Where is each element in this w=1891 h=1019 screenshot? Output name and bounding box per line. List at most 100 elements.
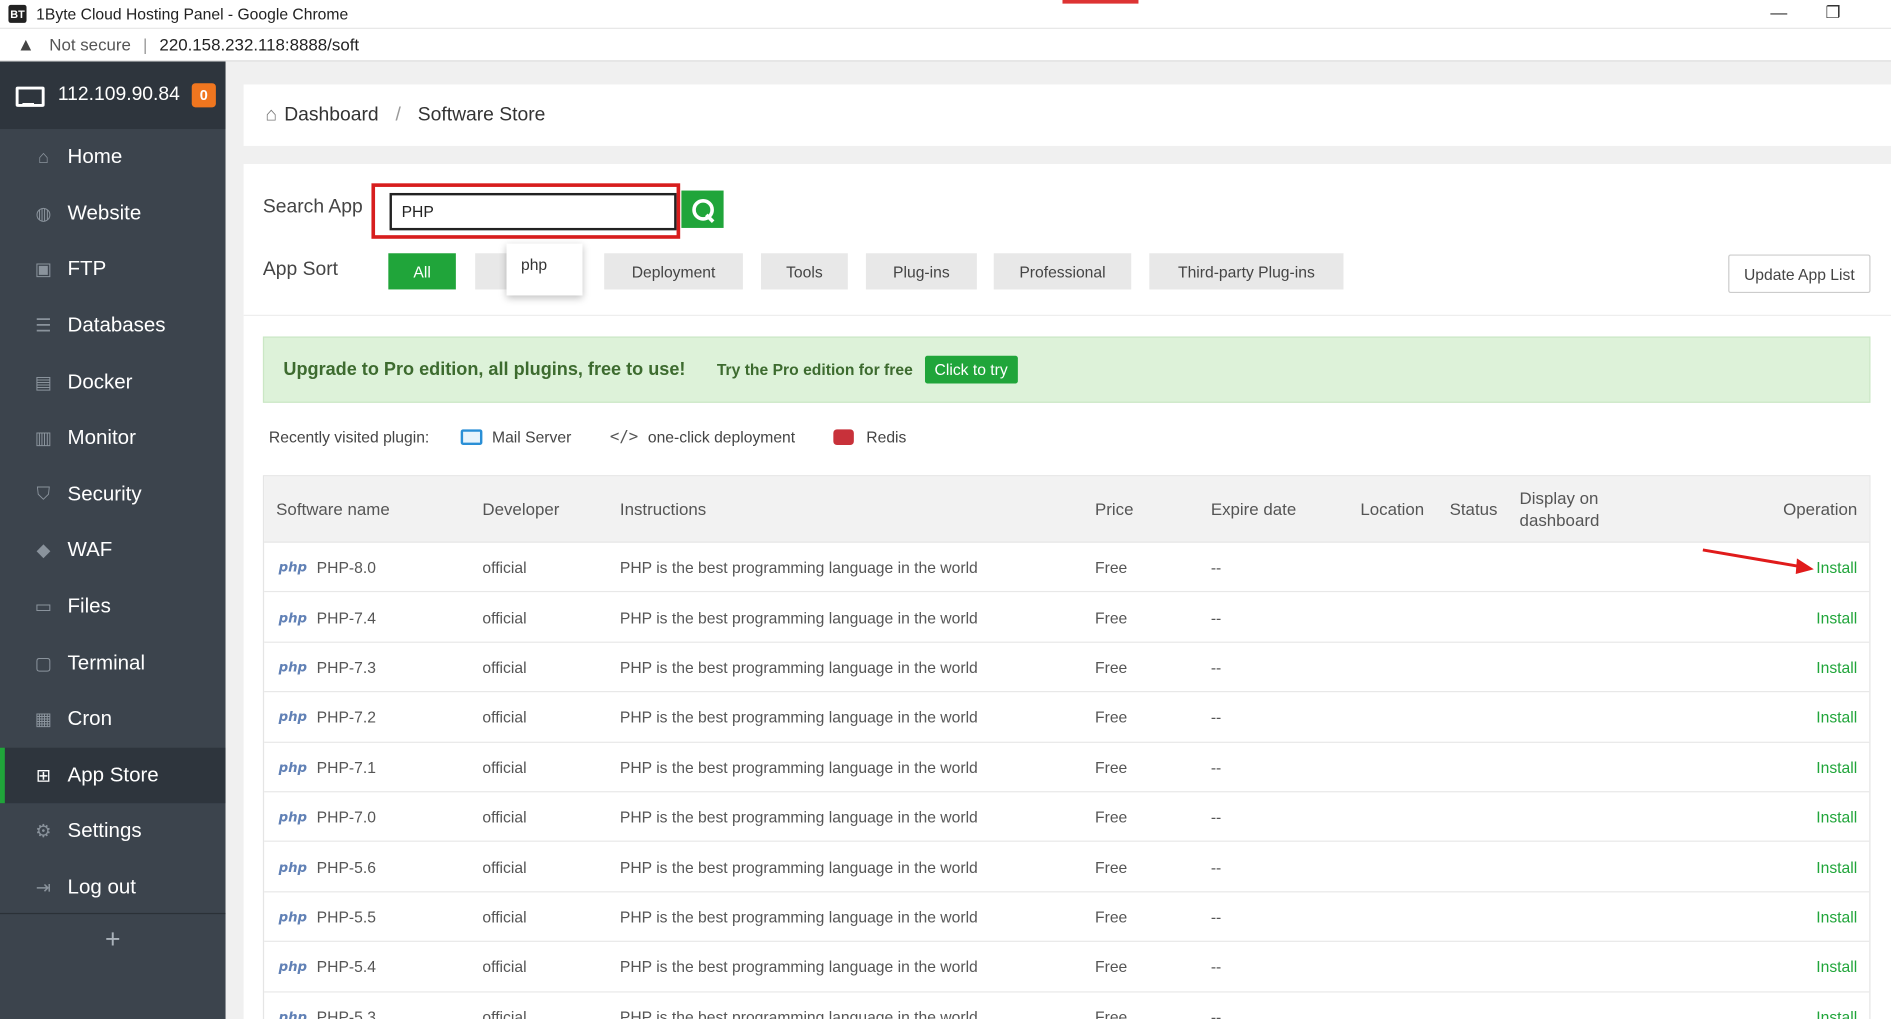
sort-tools-button[interactable]: Tools (760, 253, 848, 290)
install-link-text[interactable]: Install (1816, 958, 1857, 976)
search-button[interactable] (681, 190, 724, 228)
sidebar-item-label: Docker (67, 369, 133, 393)
table-header: Software name Developer Instructions Pri… (264, 476, 1870, 543)
developer: official (482, 842, 526, 892)
calendar-icon: ▦ (34, 709, 52, 730)
sidebar-item-label: Settings (67, 819, 142, 843)
install-link[interactable]: Install (1816, 742, 1857, 792)
sidebar-item-docker[interactable]: ▤ Docker (0, 354, 226, 410)
sidebar-item-monitor[interactable]: ▥ Monitor (0, 410, 226, 466)
software-name: php PHP-5.6 (279, 842, 376, 892)
expire-date-text: -- (1210, 608, 1222, 627)
price-text: Free (1095, 908, 1128, 927)
instructions-text: PHP is the best programming language in … (619, 758, 978, 777)
sidebar-item-app-store[interactable]: ⊞ App Store (0, 747, 226, 804)
developer-text: official (482, 808, 527, 827)
sidebar-item-settings[interactable]: ⚙ Settings (0, 803, 226, 859)
sidebar-item-terminal[interactable]: ▢ Terminal (0, 635, 226, 691)
minimize-button[interactable]: — (1761, 2, 1797, 21)
sort-deployment-button[interactable]: Deployment (604, 253, 743, 290)
home-icon[interactable]: ⌂ (265, 104, 277, 126)
recent-redis[interactable]: Redis (833, 428, 906, 446)
sort-third-party-button[interactable]: Third-party Plug-ins (1149, 253, 1344, 290)
expire-date: -- (1211, 692, 1221, 742)
price-text: Free (1095, 708, 1128, 727)
software-name-text: PHP-5.4 (316, 957, 376, 977)
instructions-text: PHP is the best programming language in … (619, 558, 978, 577)
sort-all-button[interactable]: All (388, 253, 456, 290)
developer: official (482, 942, 526, 992)
restore-button[interactable]: ❐ (1815, 2, 1851, 23)
sidebar-item-files[interactable]: ▭ Files (0, 579, 226, 635)
sidebar-item-home[interactable]: ⌂ Home (0, 129, 226, 185)
recent-one-click-deployment[interactable]: </> one-click deployment (610, 428, 795, 446)
price-text: Free (1095, 1007, 1128, 1019)
install-link-text[interactable]: Install (1816, 858, 1857, 876)
sidebar-item-log-out[interactable]: ⇥ Log out (0, 860, 226, 916)
install-link[interactable]: Install (1816, 792, 1857, 842)
notification-badge[interactable]: 0 (191, 83, 216, 108)
update-app-list-button[interactable]: Update App List (1728, 254, 1871, 294)
sidebar-item-ftp[interactable]: ▣ FTP (0, 241, 226, 297)
install-link-text[interactable]: Install (1816, 1008, 1857, 1019)
not-secure-label[interactable]: Not secure (49, 35, 131, 54)
search-suggestion[interactable]: php (506, 243, 583, 296)
php-logo-icon: php (278, 859, 308, 875)
install-link[interactable]: Install (1816, 942, 1857, 992)
install-link[interactable]: Install (1816, 543, 1857, 593)
sidebar-item-label: Terminal (67, 650, 146, 674)
col-software-name[interactable]: Software name (276, 476, 390, 542)
click-to-try-button[interactable]: Click to try (924, 355, 1018, 384)
url-text[interactable]: 220.158.232.118:8888/soft (159, 35, 359, 54)
install-link-text[interactable]: Install (1816, 658, 1857, 676)
sidebar-item-label: FTP (67, 257, 107, 281)
developer: official (482, 593, 526, 643)
recent-mail-server[interactable]: Mail Server (460, 428, 571, 446)
software-name-text: PHP-7.0 (316, 808, 376, 827)
developer-text: official (482, 558, 527, 577)
recent-item-label: one-click deployment (647, 428, 796, 447)
install-link-text[interactable]: Install (1816, 808, 1857, 826)
install-link-text[interactable]: Install (1816, 758, 1857, 776)
sidebar-item-website[interactable]: ◍ Website (0, 185, 226, 241)
window-titlebar: BT 1Byte Cloud Hosting Panel - Google Ch… (0, 0, 1891, 29)
install-link[interactable]: Install (1816, 992, 1857, 1019)
install-link[interactable]: Install (1816, 692, 1857, 742)
install-link-text[interactable]: Install (1816, 559, 1857, 577)
col-location: Location (1360, 498, 1425, 519)
php-logo-icon: php (278, 609, 308, 626)
sidebar-item-cron[interactable]: ▦ Cron (0, 691, 226, 747)
sidebar-item-label: App Store (67, 763, 159, 787)
software-name-text: PHP-7.1 (316, 758, 376, 777)
breadcrumb-dashboard[interactable]: Dashboard (284, 104, 378, 126)
install-link[interactable]: Install (1816, 593, 1857, 643)
price: Free (1095, 892, 1127, 942)
install-link[interactable]: Install (1816, 643, 1857, 693)
col-instructions: Instructions (619, 498, 707, 519)
install-link-text[interactable]: Install (1816, 609, 1857, 627)
install-link-text[interactable]: Install (1816, 708, 1857, 726)
sort-plugins-button[interactable]: Plug-ins (865, 253, 977, 290)
search-input[interactable] (389, 192, 677, 231)
breadcrumb-current: Software Store (417, 104, 546, 125)
sidebar-item-waf[interactable]: ◆ WAF (0, 522, 226, 578)
instructions: PHP is the best programming language in … (620, 992, 978, 1019)
add-icon[interactable]: + (0, 912, 226, 967)
sidebar-item-security[interactable]: ⛉ Security (0, 466, 226, 522)
monitor-icon: ▥ (34, 428, 52, 449)
php-logo-icon: php (278, 959, 308, 975)
address-bar[interactable]: ▲ Not secure | 220.158.232.118:8888/soft (0, 28, 1891, 62)
sidebar-item-databases[interactable]: ☰ Databases (0, 298, 226, 354)
sidebar-item-label: Log out (67, 875, 136, 899)
terminal-icon: ▢ (34, 653, 52, 674)
sort-professional-button[interactable]: Professional (993, 253, 1132, 290)
install-link[interactable]: Install (1816, 842, 1857, 892)
col-price[interactable]: Price (1095, 476, 1133, 542)
price-text: Free (1095, 658, 1128, 677)
instructions-text: PHP is the best programming language in … (619, 808, 978, 827)
install-link[interactable]: Install (1816, 892, 1857, 942)
price-text: Free (1095, 558, 1128, 577)
software-name-text: PHP-7.2 (316, 708, 376, 727)
expire-date: -- (1211, 942, 1221, 992)
install-link-text[interactable]: Install (1816, 908, 1857, 926)
